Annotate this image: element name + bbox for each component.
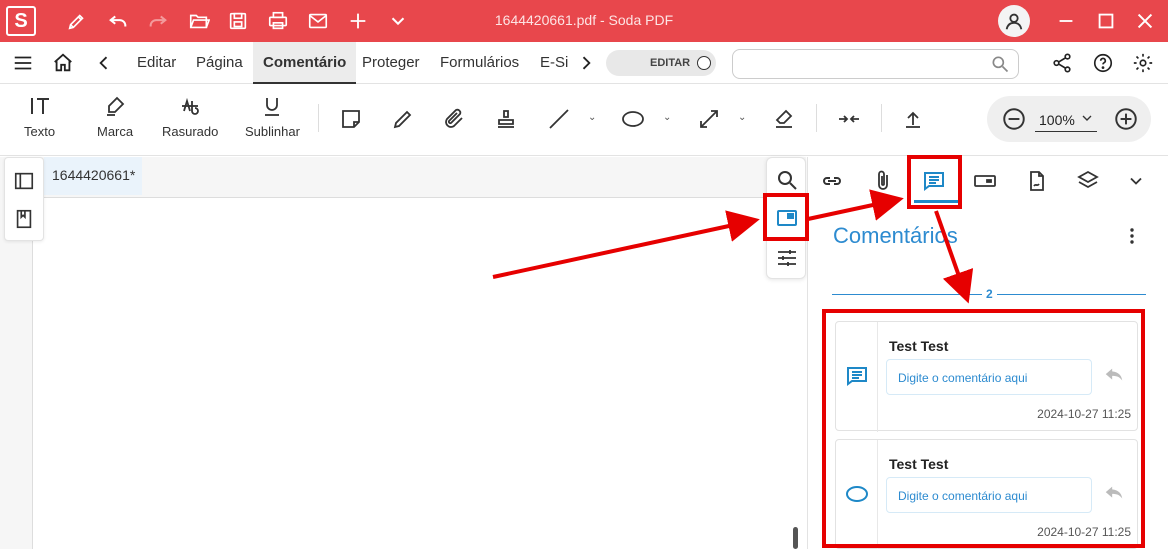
measure-tool-dropdown-icon[interactable]: ⌄ xyxy=(738,112,746,123)
title-bar: S 1644420661.pdf - Soda PDF xyxy=(0,0,1168,42)
tab-editar[interactable]: Editar xyxy=(137,42,176,84)
adjustments-icon[interactable] xyxy=(775,246,799,270)
zoom-control: 100% xyxy=(987,96,1151,142)
text-cursor-icon xyxy=(30,98,49,114)
search-icon[interactable] xyxy=(990,54,1010,79)
eraser-icon[interactable] xyxy=(771,106,797,132)
shape-tool-dropdown-icon[interactable]: ⌄ xyxy=(663,112,671,123)
zoom-dropdown-icon xyxy=(1079,110,1095,129)
tab-formularios[interactable]: Formulários xyxy=(440,42,519,84)
maximize-icon[interactable] xyxy=(1093,8,1119,34)
highlight-box-panel-toggle xyxy=(763,193,809,241)
sticky-note-icon[interactable] xyxy=(338,106,364,132)
tab-e-sign[interactable]: E-Si xyxy=(540,42,568,84)
tab-pagina[interactable]: Página xyxy=(196,42,243,84)
search-icon[interactable] xyxy=(775,168,799,192)
document-area: 1644420661* xyxy=(0,157,806,549)
edit-toggle[interactable]: EDITAR xyxy=(606,50,716,76)
attachments-tab-icon[interactable] xyxy=(869,167,897,195)
comment-toolbar: Texto Marca Rasurado Sublinhar ⌄ ⌄ ⌄ 100… xyxy=(0,84,1168,156)
more-tabs-chevron-icon[interactable] xyxy=(1122,167,1150,195)
minimize-icon[interactable] xyxy=(1053,8,1079,34)
bookmark-icon[interactable] xyxy=(13,208,35,230)
marker-icon xyxy=(107,96,125,116)
edit-toggle-label: EDITAR xyxy=(650,57,691,69)
tab-proteger[interactable]: Proteger xyxy=(362,42,420,84)
search-box[interactable] xyxy=(732,49,1019,79)
settings-gear-icon[interactable] xyxy=(1131,51,1155,75)
links-tab-icon[interactable] xyxy=(818,167,846,195)
zoom-value: 100% xyxy=(1039,111,1075,128)
ellipse-tool-icon[interactable] xyxy=(620,106,646,132)
stamp-icon[interactable] xyxy=(493,106,519,132)
highlight-box-comment-list xyxy=(822,309,1145,548)
measure-tool-icon[interactable] xyxy=(696,106,722,132)
strikeout-tool[interactable]: Rasurado xyxy=(162,94,218,139)
comment-count: 2 xyxy=(982,287,997,301)
zoom-select[interactable]: 100% xyxy=(1035,108,1097,132)
strikeout-tool-label: Rasurado xyxy=(162,124,219,139)
search-input[interactable] xyxy=(741,50,981,78)
underline-icon xyxy=(265,98,280,116)
home-icon[interactable] xyxy=(51,51,75,75)
close-icon[interactable] xyxy=(1132,8,1158,34)
document-page[interactable] xyxy=(32,197,806,549)
paperclip-icon[interactable] xyxy=(441,106,467,132)
user-avatar[interactable] xyxy=(998,5,1030,37)
toolbar-divider xyxy=(318,104,319,132)
tab-comentario[interactable]: Comentário xyxy=(253,42,357,84)
more-options-icon[interactable] xyxy=(1124,225,1140,247)
toolbar-divider xyxy=(816,104,817,132)
layers-tab-icon[interactable] xyxy=(1074,167,1102,195)
highlight-tool-label: Marca xyxy=(97,124,134,139)
menu-bar: Editar Página Comentário Proteger Formul… xyxy=(0,42,1168,84)
hamburger-menu-icon[interactable] xyxy=(11,51,35,75)
line-tool-icon[interactable] xyxy=(546,106,572,132)
chevron-right-icon[interactable] xyxy=(574,51,598,75)
toolbar-divider xyxy=(881,104,882,132)
vertical-scrollbar[interactable] xyxy=(793,527,798,549)
share-icon[interactable] xyxy=(1050,51,1074,75)
help-icon[interactable] xyxy=(1091,51,1115,75)
underline-tool-label: Sublinhar xyxy=(245,124,300,139)
signatures-tab-icon[interactable] xyxy=(1023,167,1051,195)
pencil-icon[interactable] xyxy=(390,106,416,132)
line-tool-dropdown-icon[interactable]: ⌄ xyxy=(588,112,596,123)
chevron-left-icon[interactable] xyxy=(92,51,116,75)
upload-icon[interactable] xyxy=(900,106,926,132)
highlight-tool[interactable]: Marca xyxy=(97,94,133,139)
zoom-in-icon[interactable] xyxy=(1113,106,1139,137)
sidebar-toggle-icon[interactable] xyxy=(13,170,35,192)
panel-title: Comentários xyxy=(833,223,958,248)
highlight-box-comments-tab xyxy=(907,155,962,209)
window-title: 1644420661.pdf - Soda PDF xyxy=(494,12,674,28)
text-tool-label: Texto xyxy=(24,124,56,139)
collapse-arrows-icon[interactable] xyxy=(836,106,862,132)
fields-tab-icon[interactable] xyxy=(971,167,999,195)
toggle-knob xyxy=(697,56,711,70)
underline-tool[interactable]: Sublinhar xyxy=(245,94,300,139)
document-tab[interactable]: 1644420661* xyxy=(44,157,142,195)
zoom-out-icon[interactable] xyxy=(1001,106,1027,137)
text-tool[interactable]: Texto xyxy=(24,94,55,139)
strikethrough-icon xyxy=(182,97,200,115)
left-rail xyxy=(4,157,44,241)
